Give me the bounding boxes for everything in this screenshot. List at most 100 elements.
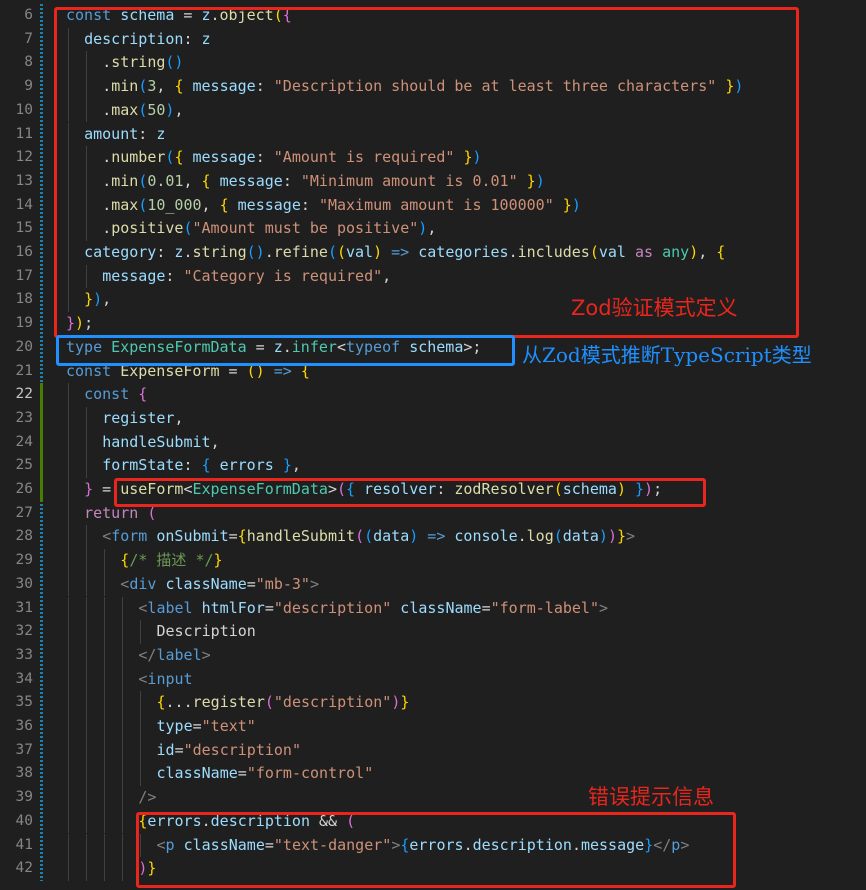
line-number: 19: [15, 315, 33, 332]
line-number: 27: [15, 504, 33, 521]
code-token: ): [598, 527, 608, 546]
indent-guide: [86, 643, 88, 668]
line-number: 39: [15, 789, 33, 806]
code-line[interactable]: <label htmlFor="description" className="…: [138, 597, 608, 621]
line-number: 35: [15, 694, 33, 711]
code-token: (: [355, 527, 365, 546]
indent-guide: [68, 454, 69, 478]
code-token: label: [156, 645, 202, 664]
code-token: }: [213, 551, 223, 570]
code-token: =>: [418, 527, 455, 546]
line-number: 10: [15, 101, 33, 118]
line-number: 11: [15, 125, 33, 142]
code-line[interactable]: <form onSubmit={handleSubmit((data) => c…: [102, 525, 635, 549]
line-number: 24: [15, 433, 33, 450]
line-number: 25: [15, 457, 33, 474]
indent-guide: [104, 691, 106, 715]
indent-guide: [68, 620, 69, 644]
code-token: =: [481, 598, 491, 617]
code-token: errors: [210, 456, 283, 475]
code-token: <: [120, 574, 130, 593]
line-number: 28: [15, 528, 33, 545]
code-token: =: [264, 598, 274, 617]
code-token: :: [183, 456, 202, 475]
line-number: 38: [15, 765, 33, 782]
code-token: /* 描述 */: [129, 551, 214, 570]
added-lines-marker[interactable]: [40, 383, 43, 502]
code-line[interactable]: type="text": [157, 715, 256, 739]
code-line[interactable]: id="description": [157, 739, 302, 763]
code-token: >: [598, 598, 609, 617]
code-token: (: [553, 527, 563, 546]
code-token: label: [147, 598, 202, 617]
code-token: =: [246, 574, 256, 593]
code-line[interactable]: {/* 描述 */}: [120, 549, 222, 573]
code-token: >: [201, 645, 211, 664]
line-number: 23: [15, 409, 33, 426]
code-token: }: [400, 693, 410, 712]
indent-guide: [140, 620, 142, 644]
line-number: 36: [15, 718, 33, 734]
code-line[interactable]: <input: [138, 668, 192, 692]
indent-guide: [86, 786, 88, 810]
code-token: className: [156, 764, 238, 783]
code-line[interactable]: handleSubmit,: [102, 431, 219, 455]
code-token: }: [616, 527, 626, 546]
line-number: 42: [15, 860, 33, 877]
indent-guide: [140, 715, 142, 739]
zod-schema-highlight-box: [54, 7, 799, 338]
indent-guide: [68, 572, 69, 597]
indent-guide: [122, 715, 124, 739]
code-token: register: [102, 408, 175, 427]
indent-guide: [104, 857, 106, 881]
line-number: 40: [15, 812, 33, 829]
code-line[interactable]: </label>: [138, 644, 210, 668]
code-token: "description": [273, 598, 392, 617]
code-token: =: [237, 764, 247, 783]
code-token: "description": [273, 693, 392, 712]
code-line[interactable]: register,: [102, 407, 183, 431]
indent-guide: [140, 691, 142, 715]
line-number: 41: [15, 836, 33, 853]
line-number: 29: [15, 552, 33, 569]
line-number: 17: [15, 267, 33, 284]
line-number: 6: [24, 7, 33, 23]
code-token: id: [156, 740, 175, 759]
line-number: 8: [24, 54, 33, 71]
code-token: }: [84, 480, 94, 498]
code-line[interactable]: className="form-control": [157, 762, 374, 786]
code-line[interactable]: const {: [84, 383, 147, 407]
error-message-highlight-box: [136, 812, 736, 888]
line-number: 9: [24, 78, 33, 95]
indent-guide: [86, 738, 88, 763]
line-number: 26: [15, 481, 33, 497]
code-line[interactable]: formState: { errors },: [102, 454, 301, 478]
indent-guide: [122, 620, 124, 644]
code-line[interactable]: <div className="mb-3">: [120, 573, 319, 597]
indent-guide: [104, 549, 106, 573]
indent-guide: [68, 833, 69, 858]
code-token: handleSubmit: [246, 527, 356, 546]
indent-guide: [86, 525, 88, 550]
line-number: 30: [15, 575, 33, 592]
indent-guide: [68, 691, 69, 715]
code-token: {: [138, 385, 148, 404]
code-token: console: [454, 527, 518, 546]
code-token: =: [174, 740, 184, 759]
code-token: <: [102, 527, 112, 546]
indent-guide: [86, 762, 88, 787]
infer-type-annotation: 从Zod模式推断TypeScript类型: [522, 343, 812, 367]
code-token: </: [138, 645, 157, 664]
code-token: formState: [102, 456, 184, 475]
code-token: Description: [156, 622, 256, 641]
code-line[interactable]: {...register("description")}: [157, 691, 410, 715]
code-line[interactable]: Description: [157, 620, 256, 644]
line-number: 37: [15, 741, 33, 758]
indent-guide: [140, 738, 142, 763]
indent-guide: [68, 667, 69, 692]
code-token: .: [517, 527, 527, 546]
code-line[interactable]: />: [138, 786, 156, 810]
code-token: onSubmit: [156, 527, 229, 546]
indent-guide: [122, 667, 124, 692]
code-token: log: [526, 527, 554, 546]
